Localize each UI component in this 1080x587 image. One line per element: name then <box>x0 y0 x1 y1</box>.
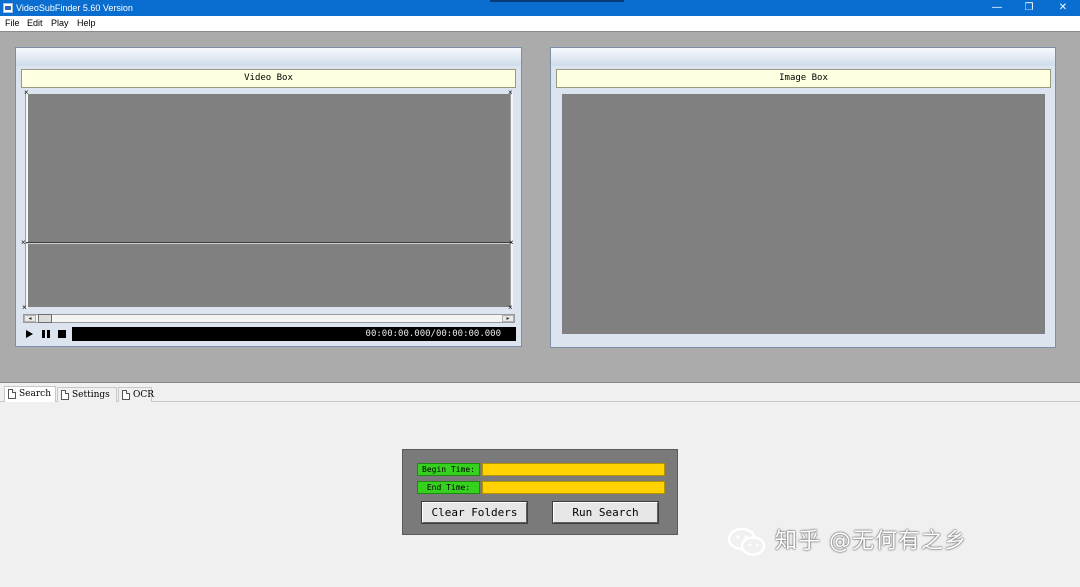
begin-time-label: Begin Time: <box>417 463 480 476</box>
tab-strip: Search Settings OCR <box>0 385 1080 403</box>
subtitle-area-line[interactable] <box>26 242 512 244</box>
video-right-rail <box>510 92 513 308</box>
corner-marker: × <box>24 88 29 97</box>
clear-folders-button[interactable]: Clear Folders <box>422 502 527 523</box>
image-box-panel: Image Box <box>550 47 1056 348</box>
image-screen[interactable] <box>562 94 1045 334</box>
window-title: VideoSubFinder 5.60 Version <box>16 3 133 13</box>
title-bar: VideoSubFinder 5.60 Version — ❐ ✕ <box>0 0 1080 16</box>
stop-icon <box>57 329 66 338</box>
wechat-icon <box>727 527 766 556</box>
menu-bar: File Edit Play Help <box>0 16 1080 31</box>
panel-gradient <box>551 48 1055 66</box>
document-icon <box>61 390 69 400</box>
image-box-title: Image Box <box>556 69 1051 88</box>
play-icon <box>26 329 33 338</box>
end-time-field[interactable] <box>482 481 665 494</box>
document-icon <box>8 389 16 399</box>
workspace: Video Box × × × × × × ◂ ▸ 00:00:00.000/0… <box>0 31 1080 383</box>
video-left-rail <box>25 92 28 308</box>
pause-icon <box>41 329 50 338</box>
begin-time-field[interactable] <box>482 463 665 476</box>
panel-gradient <box>16 48 521 66</box>
tab-settings-label: Settings <box>72 390 110 400</box>
corner-marker: × <box>508 303 513 312</box>
tab-search-label: Search <box>19 389 51 399</box>
time-display: 00:00:00.000/00:00:00.000 <box>72 327 516 341</box>
maximize-button[interactable]: ❐ <box>1012 0 1046 16</box>
scroll-right-button[interactable]: ▸ <box>502 315 514 322</box>
menu-file[interactable]: File <box>5 16 20 31</box>
corner-marker: × <box>22 303 27 312</box>
video-screen[interactable] <box>28 94 511 307</box>
search-controls-panel: Begin Time: End Time: Clear Folders Run … <box>402 449 678 535</box>
watermark-text: 知乎 @无何有之乡 <box>775 529 967 554</box>
minimize-button[interactable]: — <box>980 0 1014 16</box>
menu-help[interactable]: Help <box>77 16 96 31</box>
tab-ocr-label: OCR <box>133 390 155 400</box>
tab-search[interactable]: Search <box>4 386 56 403</box>
play-button[interactable] <box>23 327 36 340</box>
pause-button[interactable] <box>39 327 52 340</box>
run-search-button[interactable]: Run Search <box>553 502 658 523</box>
title-accent-strip <box>490 0 624 2</box>
video-box-panel: Video Box × × × × × × ◂ ▸ 00:00:00.000/0… <box>15 47 522 347</box>
stop-button[interactable] <box>55 327 68 340</box>
app-icon <box>3 3 13 13</box>
line-handle-right[interactable]: × <box>509 239 514 247</box>
corner-marker: × <box>508 88 513 97</box>
end-time-label: End Time: <box>417 481 480 494</box>
close-button[interactable]: ✕ <box>1046 0 1080 16</box>
document-icon <box>122 390 130 400</box>
scroll-left-button[interactable]: ◂ <box>24 315 36 322</box>
tab-ocr[interactable]: OCR <box>118 387 155 402</box>
scroll-thumb[interactable] <box>38 314 52 323</box>
menu-play[interactable]: Play <box>51 16 69 31</box>
menu-edit[interactable]: Edit <box>27 16 43 31</box>
tab-settings[interactable]: Settings <box>57 387 117 402</box>
line-handle-left[interactable]: × <box>21 239 26 247</box>
video-scrollbar[interactable]: ◂ ▸ <box>23 314 515 323</box>
video-box-title: Video Box <box>21 69 516 88</box>
videosubfinder-window: VideoSubFinder 5.60 Version — ❐ ✕ File E… <box>0 0 1080 587</box>
